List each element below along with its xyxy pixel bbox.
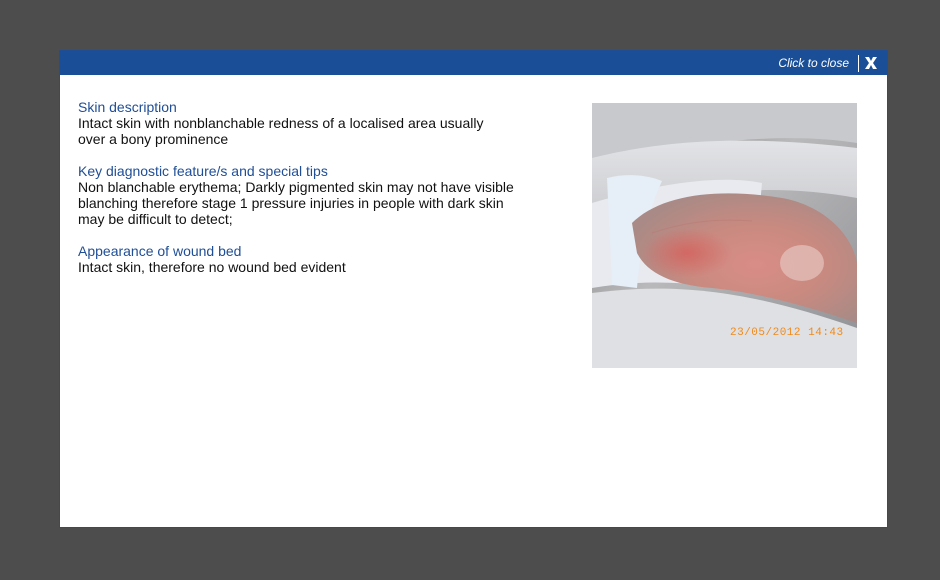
section-body: Intact skin with nonblanchable redness o… (78, 115, 484, 147)
section-body: Non blanchable erythema; Darkly pigmente… (78, 179, 514, 227)
section-body: Intact skin, therefore no wound bed evid… (78, 259, 346, 275)
modal-header: Click to close (60, 51, 887, 75)
section-title: Skin description (78, 99, 177, 115)
wound-photo: 23/05/2012 14:43 (592, 103, 857, 368)
section-skin-description: Skin description Intact skin with nonbla… (78, 99, 538, 147)
close-link[interactable]: Click to close (778, 56, 849, 70)
header-divider (858, 55, 859, 72)
modal-content: Skin description Intact skin with nonbla… (78, 99, 538, 291)
section-key-diagnostic: Key diagnostic feature/s and special tip… (78, 163, 538, 227)
info-modal: Click to close Skin description Intact s… (59, 50, 888, 528)
close-x-icon[interactable] (863, 53, 879, 73)
section-wound-bed: Appearance of wound bed Intact skin, the… (78, 243, 538, 275)
section-title: Appearance of wound bed (78, 243, 242, 259)
photo-timestamp: 23/05/2012 14:43 (730, 327, 844, 339)
section-title: Key diagnostic feature/s and special tip… (78, 163, 328, 179)
